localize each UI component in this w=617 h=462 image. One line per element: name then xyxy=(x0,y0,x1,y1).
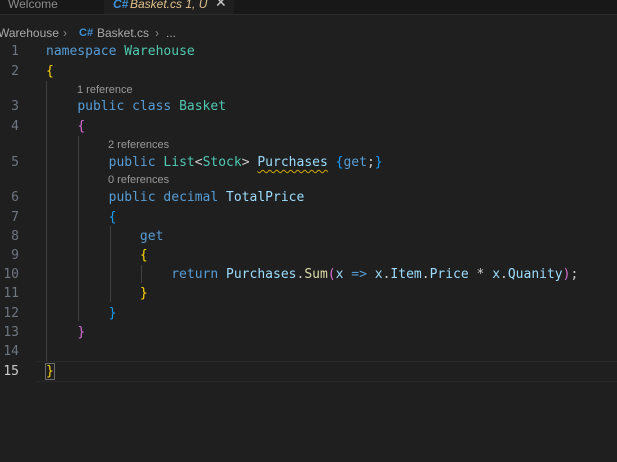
codelens-totalprice-references[interactable]: 0 references xyxy=(108,172,169,189)
code-line-10: return Purchases.Sum(x => x.Item.Price *… xyxy=(171,267,579,282)
code-line-1: namespace Warehouse xyxy=(46,44,195,59)
codelens-purchases-references[interactable]: 2 references xyxy=(108,137,169,154)
code-line-8: get xyxy=(139,229,164,244)
code-line-5: public List<Stock> Purchases {get;} xyxy=(108,155,383,170)
code-line-11: } xyxy=(139,286,148,301)
code-line-6: public decimal TotalPrice xyxy=(108,190,305,205)
code-editor[interactable]: namespace Warehouse { 1 reference public… xyxy=(0,0,617,462)
code-line-12: } xyxy=(108,306,117,321)
code-line-9: { xyxy=(139,248,148,263)
code-line-4: { xyxy=(77,119,86,134)
current-line-highlight xyxy=(36,361,617,382)
code-line-15: } xyxy=(45,363,55,380)
code-line-3: public class Basket xyxy=(77,99,227,114)
code-line-7: { xyxy=(108,210,117,225)
code-line-13: } xyxy=(77,325,86,340)
code-line-2: { xyxy=(46,64,54,79)
